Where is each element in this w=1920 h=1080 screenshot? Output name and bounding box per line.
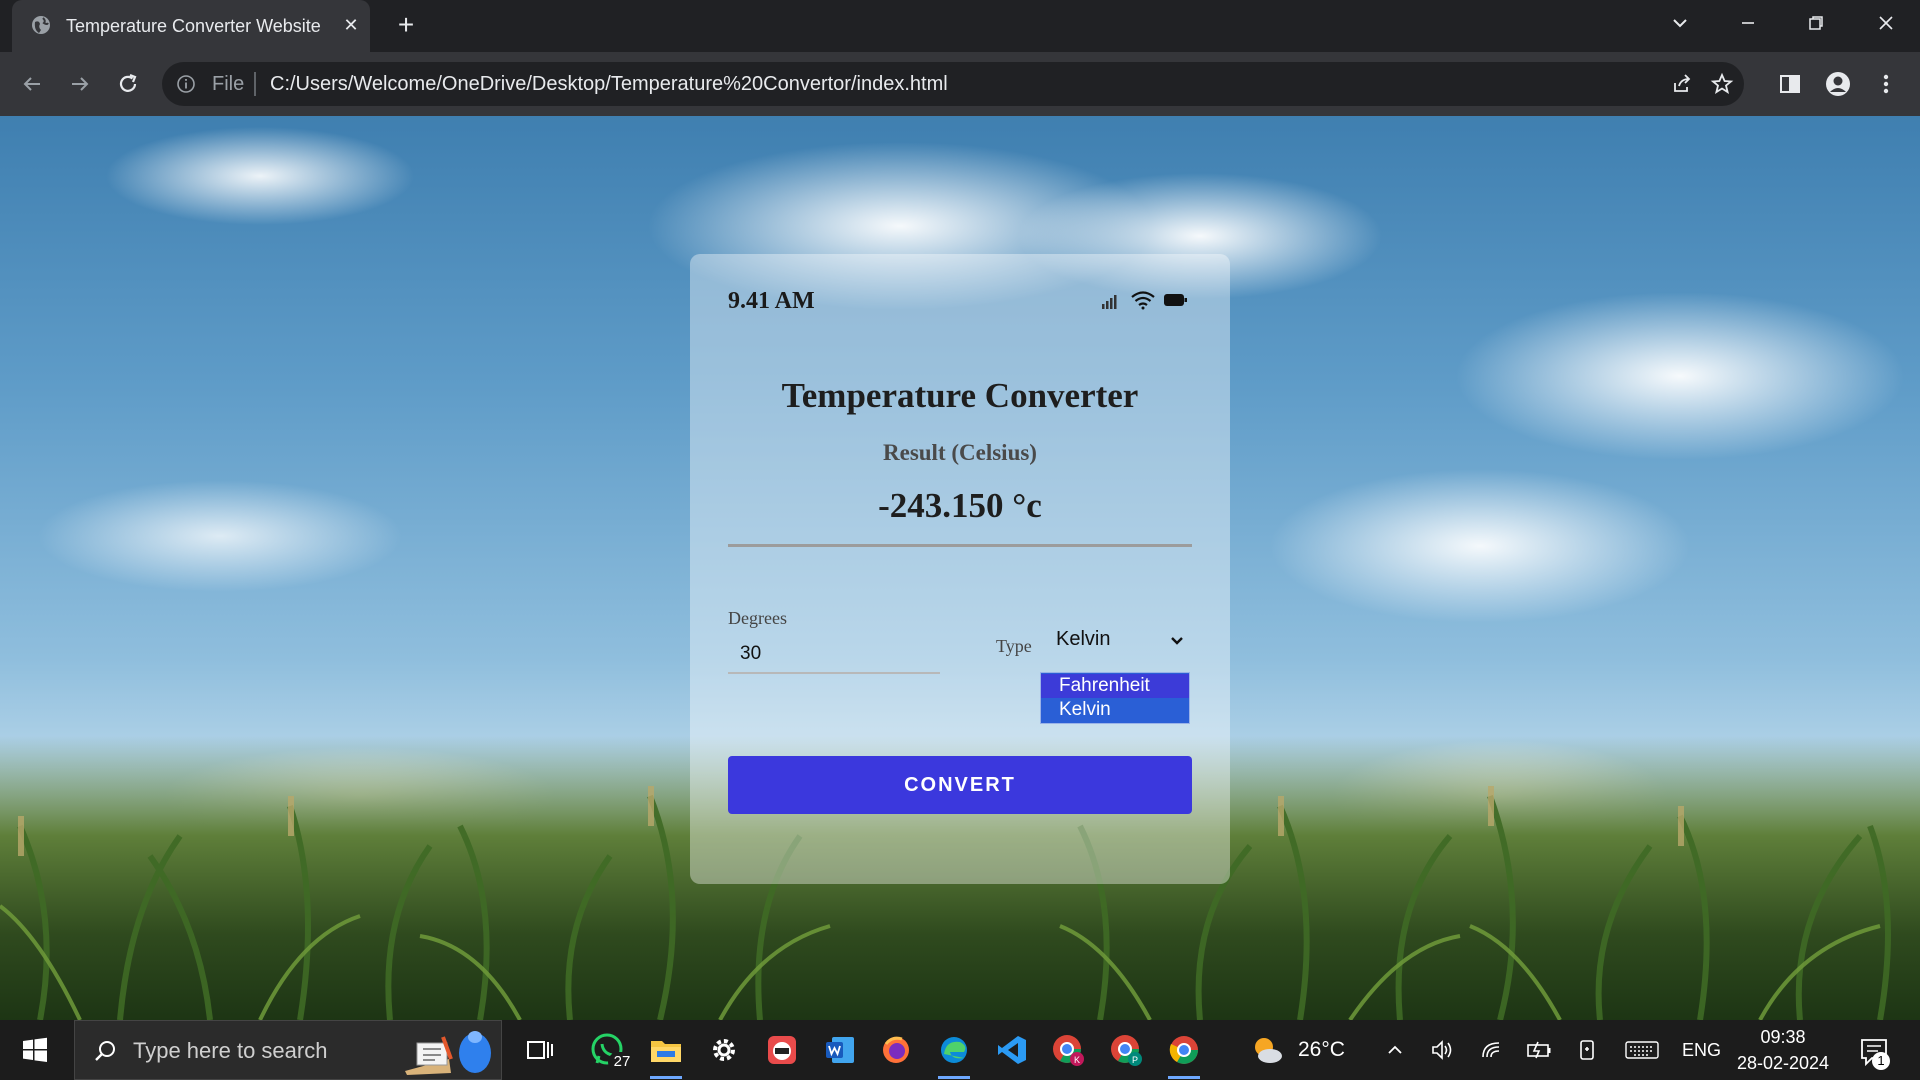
type-option-fahrenheit[interactable]: Fahrenheit [1041, 674, 1189, 699]
browser-toolbar: File C:/Users/Welcome/OneDrive/Desktop/T… [0, 52, 1920, 116]
side-panel-icon[interactable] [1776, 70, 1804, 98]
svg-text:P: P [1132, 1055, 1138, 1065]
tab-search-chevron-icon[interactable] [1658, 6, 1702, 40]
search-placeholder: Type here to search [133, 1038, 328, 1063]
bookmark-star-icon[interactable] [1710, 72, 1734, 96]
browser-tab[interactable]: Temperature Converter Website ✕ [12, 0, 370, 52]
address-scheme: File [212, 73, 245, 95]
app-icon-red[interactable] [764, 1032, 800, 1068]
file-explorer-icon[interactable] [648, 1032, 684, 1079]
profile-avatar-icon[interactable] [1824, 70, 1852, 98]
page-title: Temperature Converter [781, 376, 1139, 415]
chevron-down-icon [1171, 637, 1183, 645]
status-icons [1102, 291, 1187, 310]
type-option-kelvin[interactable]: Kelvin [1041, 698, 1189, 723]
address-separator [254, 72, 256, 96]
restore-button[interactable] [1794, 6, 1838, 40]
device-sync-icon[interactable] [1574, 1038, 1600, 1062]
reload-button[interactable] [110, 66, 146, 102]
battery-charging-icon[interactable] [1526, 1038, 1552, 1062]
more-menu-icon[interactable] [1872, 70, 1900, 98]
chrome-profile-k-icon[interactable]: K [1050, 1032, 1086, 1068]
convert-button[interactable]: CONVERT [728, 756, 1192, 814]
converter-card: 9.41 AM Temperature Converter Result (Ce… [690, 254, 1230, 884]
address-bar[interactable]: File C:/Users/Welcome/OneDrive/Desktop/T… [162, 62, 1744, 106]
whatsapp-badge: 27 [608, 1052, 636, 1072]
globe-icon [32, 16, 50, 34]
word-icon[interactable] [822, 1032, 858, 1068]
vscode-icon[interactable] [994, 1032, 1030, 1068]
info-icon[interactable] [176, 74, 196, 94]
notification-count-badge: 1 [1872, 1052, 1890, 1070]
minimize-button[interactable] [1726, 6, 1770, 40]
taskbar: Type here to search 27 K P 26°C ENG 09:3… [0, 1020, 1920, 1080]
search-highlight-art-icon [405, 1031, 491, 1075]
close-window-button[interactable] [1864, 6, 1908, 40]
keyboard-icon[interactable] [1624, 1038, 1660, 1062]
degrees-input[interactable] [728, 636, 940, 674]
wifi-icon [1131, 291, 1155, 310]
tab-title: Temperature Converter Website [66, 16, 321, 36]
browser-tab-bar: Temperature Converter Website ✕ + [0, 0, 1920, 52]
page-background: 9.41 AM Temperature Converter Result (Ce… [0, 116, 1920, 1020]
type-select[interactable]: Kelvin [1056, 624, 1194, 658]
degrees-label: Degrees [728, 608, 787, 628]
weather-temperature[interactable]: 26°C [1298, 1038, 1345, 1062]
windows-start-icon[interactable] [10, 1030, 60, 1070]
volume-icon[interactable] [1430, 1038, 1456, 1062]
signal-icon [1102, 295, 1117, 309]
weather-partly-sunny-icon[interactable] [1250, 1034, 1284, 1066]
type-dropdown-list: Fahrenheit Kelvin [1040, 672, 1190, 724]
edge-icon[interactable] [936, 1032, 972, 1079]
type-select-value: Kelvin [1056, 628, 1111, 650]
active-app-indicator [1168, 1076, 1200, 1079]
clock-time[interactable]: 09:38 [1730, 1026, 1836, 1048]
task-view-icon[interactable] [522, 1032, 558, 1068]
svg-text:K: K [1074, 1055, 1080, 1065]
forward-button[interactable] [62, 66, 98, 102]
battery-icon [1164, 294, 1187, 306]
result-value: -243.150 °c [878, 486, 1042, 525]
back-button[interactable] [14, 66, 50, 102]
new-tab-button[interactable]: + [390, 10, 422, 42]
chevron-up-icon[interactable] [1382, 1038, 1408, 1062]
wifi-icon[interactable] [1480, 1038, 1506, 1062]
result-divider [728, 544, 1192, 547]
taskbar-search-box[interactable]: Type here to search [74, 1020, 502, 1080]
address-url[interactable]: C:/Users/Welcome/OneDrive/Desktop/Temper… [270, 72, 948, 96]
firefox-icon[interactable] [878, 1032, 914, 1068]
search-icon [95, 1041, 115, 1061]
chrome-icon[interactable] [1166, 1032, 1202, 1079]
active-app-indicator [938, 1076, 970, 1079]
active-app-indicator [650, 1076, 682, 1079]
share-icon[interactable] [1670, 72, 1694, 96]
clock-date[interactable]: 28-02-2024 [1730, 1052, 1836, 1074]
status-time: 9.41 AM [728, 288, 815, 314]
result-label: Result (Celsius) [883, 440, 1037, 465]
input-language[interactable]: ENG [1682, 1038, 1721, 1062]
settings-gear-icon[interactable] [706, 1032, 742, 1068]
tab-close-icon[interactable]: ✕ [338, 12, 364, 38]
chrome-profile-p-icon[interactable]: P [1108, 1032, 1144, 1068]
type-label: Type [996, 636, 1032, 656]
